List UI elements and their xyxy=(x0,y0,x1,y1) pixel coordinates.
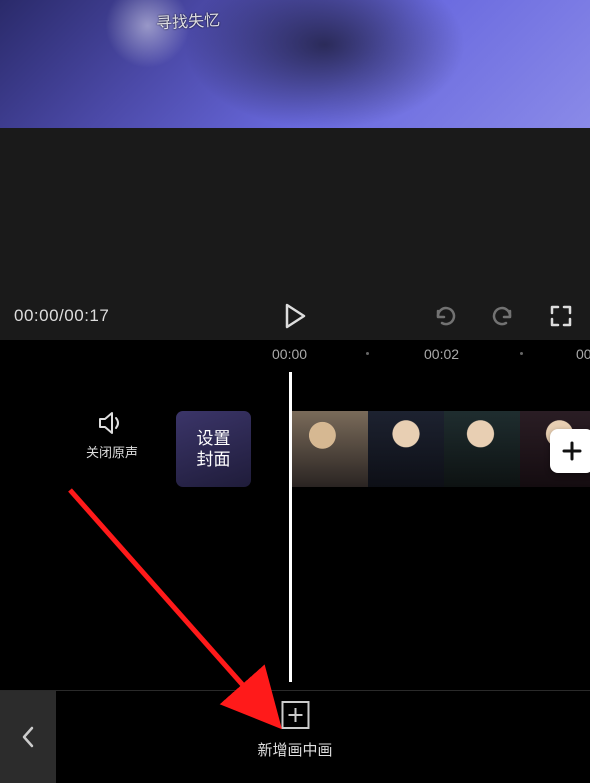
time-display: 00:00/00:17 xyxy=(14,306,109,326)
video-clip[interactable] xyxy=(290,411,590,487)
add-clip-button[interactable] xyxy=(550,429,590,473)
fullscreen-icon xyxy=(549,304,573,328)
set-cover-label: 设置 封面 xyxy=(197,428,231,471)
player-status-bar: 00:00/00:17 xyxy=(0,306,590,326)
ruler-dot xyxy=(366,352,369,355)
redo-button[interactable] xyxy=(490,303,516,329)
ruler-dot xyxy=(520,352,523,355)
total-time: 00:17 xyxy=(64,306,109,325)
ruler-tick: 00:02 xyxy=(424,346,459,362)
set-cover-button[interactable]: 设置 封面 xyxy=(176,411,251,487)
playhead[interactable] xyxy=(289,372,292,682)
timeline[interactable]: 00:00 00:02 00 关闭原声 设置 封面 xyxy=(0,340,590,690)
play-icon xyxy=(284,303,306,329)
speaker-icon xyxy=(97,410,127,436)
clip-thumbnail xyxy=(444,411,520,487)
video-track: 关闭原声 设置 封面 xyxy=(0,404,590,492)
time-ruler[interactable]: 00:00 00:02 00 xyxy=(0,340,590,372)
mute-original-audio-button[interactable]: 关闭原声 xyxy=(86,410,138,461)
clip-thumbnail xyxy=(368,411,444,487)
add-pip-label: 新增画中画 xyxy=(257,739,332,760)
back-button[interactable] xyxy=(0,691,56,783)
video-preview[interactable]: 寻找失忆 xyxy=(0,0,590,128)
clip-thumbnail xyxy=(292,411,368,487)
undo-button[interactable] xyxy=(432,303,458,329)
ruler-tick: 00 xyxy=(576,346,590,362)
play-button[interactable] xyxy=(281,302,309,330)
current-time: 00:00 xyxy=(14,306,59,325)
ruler-tick: 00:00 xyxy=(272,346,307,362)
plus-boxed-icon xyxy=(281,701,309,729)
chevron-left-icon xyxy=(21,725,35,749)
plus-icon xyxy=(560,439,584,463)
bottom-toolbar: 新增画中画 xyxy=(0,690,590,782)
redo-icon xyxy=(490,303,516,329)
mute-original-audio-label: 关闭原声 xyxy=(86,442,138,461)
undo-icon xyxy=(432,303,458,329)
fullscreen-button[interactable] xyxy=(548,303,574,329)
add-pip-button[interactable]: 新增画中画 xyxy=(257,701,332,760)
preview-watermark: 寻找失忆 xyxy=(155,6,220,33)
preview-letterbox: 00:00/00:17 xyxy=(0,128,590,340)
